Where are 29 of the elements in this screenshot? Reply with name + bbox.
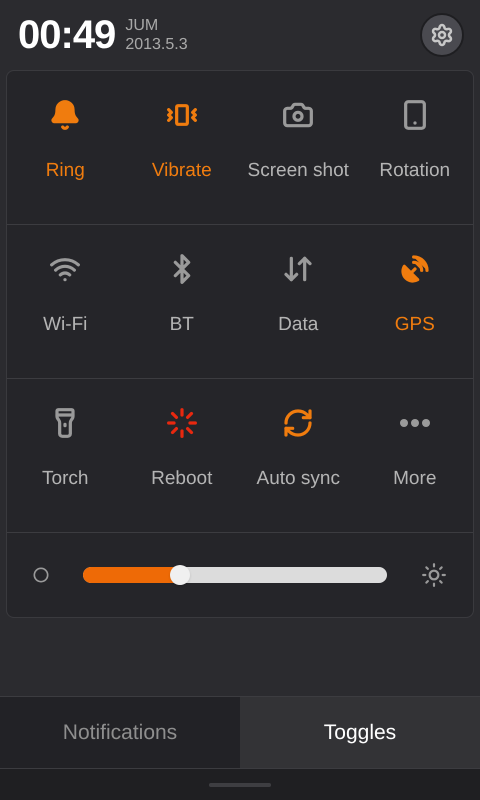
spinner-icon [166,407,198,439]
drag-handle[interactable] [209,782,271,786]
sun-icon [421,562,447,588]
slider-thumb[interactable] [170,565,190,585]
toggle-button[interactable]: Screen shot [240,71,356,224]
brightness-slider[interactable] [83,567,387,583]
satellite-dish-icon [398,253,431,285]
dim-circle-icon [33,567,49,583]
toggle-button[interactable]: Ring [7,71,124,224]
tab[interactable]: Notifications [0,697,240,768]
date: 2013.5.3 [125,35,188,54]
toggle-button[interactable]: Data [240,225,356,378]
toggle-button[interactable]: BT [124,225,240,378]
tab[interactable]: Toggles [240,697,480,768]
toggle-button[interactable]: Rotation [356,71,473,224]
toggle-button[interactable]: Vibrate [124,71,240,224]
toggle-button[interactable]: Reboot [124,379,240,532]
weekday: JUM [125,16,160,35]
settings-icon [430,23,454,47]
toggle-button[interactable]: Auto sync [240,379,356,532]
settings-button[interactable] [420,13,464,57]
sync-icon [282,407,314,439]
bell-icon [49,99,82,131]
toggle-button[interactable]: Wi-Fi [7,225,124,378]
toggle-button[interactable]: Torch [7,379,124,532]
clock-time: 00:49 [18,12,116,59]
toggle-button[interactable]: More [356,379,473,532]
more-icon [400,419,430,427]
toggle-button[interactable]: GPS [356,225,473,378]
